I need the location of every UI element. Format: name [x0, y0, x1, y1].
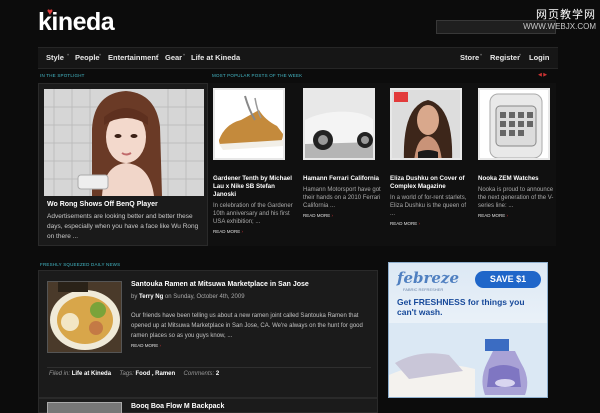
author-link[interactable]: Terry Ng — [139, 294, 163, 300]
arrow-right-icon: › — [159, 343, 162, 348]
ad-headline: Get FRESHNESS for things you can't wash. — [397, 297, 525, 317]
nav-separator: • — [99, 53, 102, 59]
heart-icon: ♥ — [47, 7, 53, 18]
next-arrow-icon[interactable]: ▶ — [543, 72, 547, 78]
popular-post[interactable]: Gardener Tenth by Michael Lau x Nike SB … — [213, 88, 293, 234]
nav-separator: • — [183, 53, 186, 59]
popular-title[interactable]: Eliza Dushku on Cover of Complex Magazin… — [390, 175, 470, 191]
popular-post[interactable]: Nooka ZEM Watches Nooka is proud to anno… — [478, 88, 553, 218]
nav-separator: • — [157, 53, 160, 59]
arrow-right-icon: › — [241, 229, 244, 234]
section-label-spotlight: IN THE SPOTLIGHT — [40, 73, 85, 78]
ad-product-image — [389, 323, 547, 397]
prev-arrow-icon[interactable]: ◀ — [538, 72, 542, 78]
spotlight-card[interactable]: Wo Rong Shows Off BenQ Player Advertisem… — [38, 83, 208, 246]
arrow-right-icon: › — [506, 213, 509, 218]
comments-link[interactable]: 2 — [216, 371, 219, 377]
nav-item-store[interactable]: Store — [460, 53, 479, 62]
popular-excerpt: Nooka is proud to announce the next gene… — [478, 187, 554, 209]
popular-title[interactable]: Gardener Tenth by Michael Lau x Nike SB … — [213, 175, 293, 199]
popular-thumb-watch[interactable] — [478, 88, 550, 160]
tags-link[interactable]: Food , Ramen — [136, 371, 176, 377]
popular-thumb-shoe[interactable] — [213, 88, 285, 160]
nav-item-people[interactable]: People — [75, 53, 100, 62]
category-link[interactable]: Life at Kineda — [72, 371, 111, 377]
ad-brand-logo: febreze — [397, 269, 459, 287]
page: ♥ kineda 网页教学网 WWW.WEBJX.COM Style • Peo… — [0, 0, 600, 413]
popular-post[interactable]: Hamann Ferrari California Hamann Motorsp… — [303, 88, 381, 218]
read-more-link[interactable]: READ MORE › — [131, 343, 161, 348]
site-logo[interactable]: ♥ kineda — [38, 7, 115, 37]
ad-save-badge: SAVE $1 — [475, 271, 541, 288]
nav-item-life-at-kineda[interactable]: Life at Kineda — [191, 53, 240, 62]
read-more-link[interactable]: READ MORE › — [390, 221, 464, 226]
arrow-right-icon: › — [418, 221, 421, 226]
news-title[interactable]: Booq Boa Flow M Backpack — [131, 403, 224, 410]
popular-excerpt: In celebration of the Gardener 10th anni… — [213, 203, 293, 225]
main-nav: Style • People • Entertainment • Gear • … — [38, 47, 558, 69]
news-thumb[interactable] — [47, 402, 122, 413]
news-post: Booq Boa Flow M Backpack — [38, 398, 378, 413]
section-label-daily: FRESHLY SQUEEZED DAILY NEWS — [40, 262, 121, 267]
spotlight-photo[interactable] — [44, 89, 204, 196]
popular-thumb-car[interactable] — [303, 88, 375, 160]
advertisement[interactable]: febreze FABRIC REFRESHER SAVE $1 Get FRE… — [388, 262, 548, 398]
news-meta: Filed in: Life at Kineda Tags: Food , Ra… — [49, 371, 220, 377]
nav-separator: • — [519, 53, 522, 59]
popular-title[interactable]: Hamann Ferrari California — [303, 175, 383, 183]
nav-item-gear[interactable]: Gear — [165, 53, 182, 62]
nav-item-entertainment[interactable]: Entertainment — [108, 53, 158, 62]
nav-item-login[interactable]: Login — [529, 53, 549, 62]
watermark: 网页教学网 WWW.WEBJX.COM — [523, 9, 596, 31]
read-more-link[interactable]: READ MORE › — [303, 213, 377, 218]
read-more-link[interactable]: READ MORE › — [478, 213, 552, 218]
popular-excerpt: Hamann Motorsport have got their hands o… — [303, 187, 381, 209]
spotlight-excerpt: Advertisements are looking better and be… — [47, 213, 199, 240]
nav-separator: • — [67, 53, 70, 59]
news-thumb[interactable] — [47, 281, 122, 353]
nav-separator: • — [480, 53, 483, 59]
spotlight-title[interactable]: Wo Rong Shows Off BenQ Player — [47, 201, 158, 208]
news-byline: by Terry Ng on Sunday, October 4th, 2009 — [131, 294, 245, 300]
news-post: Santouka Ramen at Mitsuwa Marketplace in… — [38, 270, 378, 398]
read-more-link[interactable]: READ MORE › — [213, 229, 287, 234]
news-title[interactable]: Santouka Ramen at Mitsuwa Marketplace in… — [131, 281, 309, 288]
nav-item-register[interactable]: Register — [490, 53, 520, 62]
arrow-right-icon: › — [331, 213, 334, 218]
divider — [47, 367, 371, 368]
popular-excerpt: In a world of for-rent starlets, Eliza D… — [390, 195, 467, 217]
section-label-popular: MOST POPULAR POSTS OF THE WEEK — [212, 73, 303, 78]
nav-item-style[interactable]: Style — [46, 53, 64, 62]
news-excerpt: Our friends have been telling us about a… — [131, 313, 363, 339]
popular-posts: Gardener Tenth by Michael Lau x Nike SB … — [208, 83, 556, 246]
popular-thumb-magazine[interactable] — [390, 88, 462, 160]
popular-title[interactable]: Nooka ZEM Watches — [478, 175, 558, 183]
popular-post[interactable]: Eliza Dushku on Cover of Complex Magazin… — [390, 88, 466, 226]
carousel-arrows[interactable]: ◀ ▶ — [538, 72, 547, 78]
